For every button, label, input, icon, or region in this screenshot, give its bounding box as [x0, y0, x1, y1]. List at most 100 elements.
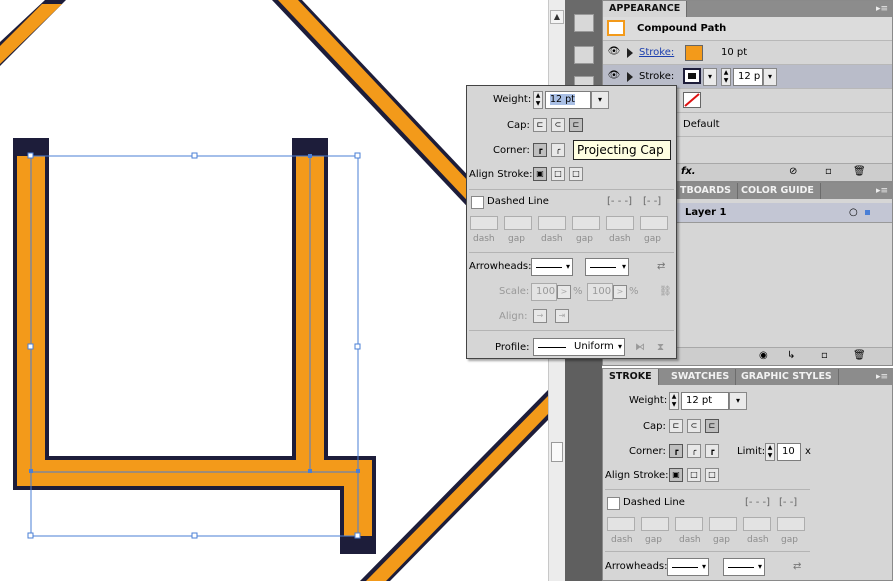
anchor-point[interactable] — [308, 154, 312, 158]
panel-menu-icon[interactable]: ▸≡ — [874, 4, 888, 14]
stroke2-weight-field[interactable]: 12 p — [733, 68, 763, 86]
weight-input[interactable]: 12 pt — [681, 392, 729, 410]
duplicate-item-icon[interactable]: ▫ — [825, 165, 832, 179]
butt-cap-icon[interactable]: ⊏ — [533, 118, 547, 132]
miter-join-icon[interactable]: ┏ — [669, 444, 683, 458]
align-center-icon[interactable]: ▣ — [669, 468, 683, 482]
start-arrowhead-select[interactable]: ▾ — [531, 258, 573, 276]
stroke2-label[interactable]: Stroke: — [639, 70, 674, 84]
visibility-eye-icon[interactable]: 👁 — [607, 70, 621, 82]
tab-swatches[interactable]: SWATCHES — [665, 369, 737, 385]
align-inside-icon[interactable]: □ — [551, 167, 565, 181]
anchor-point[interactable] — [308, 469, 312, 473]
profile-select[interactable]: Uniform ▾ — [533, 338, 625, 356]
end-scale-stepper-icon[interactable]: > — [613, 285, 627, 299]
new-layer-icon[interactable]: ▫ — [821, 349, 828, 363]
dash-field-2[interactable] — [538, 216, 566, 230]
scroll-thumb[interactable] — [551, 442, 563, 462]
tab-artboards[interactable]: TBOARDS — [673, 183, 738, 199]
clear-appearance-icon[interactable]: ⊘ — [789, 165, 797, 179]
expand-triangle-icon[interactable] — [627, 48, 633, 58]
flip-along-icon[interactable]: ⧑ — [635, 341, 645, 355]
stroke2-color-dropdown[interactable]: ▾ — [703, 68, 717, 86]
limit-spinner[interactable]: ▲ ▼ — [765, 443, 775, 461]
align-dash-corners-icon[interactable]: [‐ ‐] — [779, 496, 797, 510]
gap-field-3[interactable] — [777, 517, 805, 531]
arrow-tip-at-end-icon[interactable]: ⇥ — [555, 309, 569, 323]
swap-arrowheads-icon[interactable]: ⇄ — [793, 560, 801, 574]
gap-field-1[interactable] — [641, 517, 669, 531]
round-join-icon[interactable]: ╭ — [687, 444, 701, 458]
end-arrowhead-select[interactable]: ▾ — [723, 558, 765, 576]
anchor-point[interactable] — [356, 469, 360, 473]
preserve-dash-icon[interactable]: [‐ ‐ ‐] — [607, 195, 632, 209]
flyout-weight-dropdown[interactable]: ▾ — [591, 91, 609, 109]
align-center-icon[interactable]: ▣ — [533, 167, 547, 181]
dashed-line-checkbox[interactable] — [607, 497, 620, 510]
dash-field-1[interactable] — [470, 216, 498, 230]
butt-cap-icon[interactable]: ⊏ — [669, 419, 683, 433]
delete-layer-icon[interactable]: 🗑 — [853, 349, 866, 363]
bbox-handle[interactable] — [354, 343, 361, 350]
bbox-handle[interactable] — [27, 152, 34, 159]
dash-field-3[interactable] — [743, 517, 771, 531]
flyout-weight-spinner[interactable]: ▲ ▼ — [533, 91, 543, 109]
end-arrowhead-select[interactable]: ▾ — [585, 258, 629, 276]
projecting-cap-icon[interactable]: ⊏ — [569, 118, 583, 132]
bbox-handle[interactable] — [27, 532, 34, 539]
weight-spinner[interactable]: ▲ ▼ — [669, 392, 679, 410]
gap-field-2[interactable] — [709, 517, 737, 531]
bbox-handle[interactable] — [354, 532, 361, 539]
stroke2-weight-dropdown[interactable]: ▾ — [763, 68, 777, 86]
layer-1-name[interactable]: Layer 1 — [685, 206, 726, 220]
start-scale-stepper-icon[interactable]: > — [557, 285, 571, 299]
end-scale-input[interactable]: 100 — [587, 283, 613, 301]
dash-field-3[interactable] — [606, 216, 634, 230]
preserve-dash-icon[interactable]: [‐ ‐ ‐] — [745, 496, 770, 510]
weight-dropdown[interactable]: ▾ — [729, 392, 747, 410]
sublayer-icon[interactable]: ↳ — [787, 349, 795, 363]
panel-menu-icon[interactable]: ▸≡ — [874, 186, 888, 196]
round-cap-icon[interactable]: ⊂ — [687, 419, 701, 433]
layer-selection-indicator[interactable] — [865, 210, 870, 215]
locate-object-icon[interactable]: ◉ — [759, 349, 768, 363]
start-scale-input[interactable]: 100 — [531, 283, 557, 301]
start-arrowhead-select[interactable]: ▾ — [667, 558, 709, 576]
flyout-dashed-line-checkbox[interactable] — [471, 196, 484, 209]
align-inside-icon[interactable]: □ — [687, 468, 701, 482]
stroke1-label[interactable]: Stroke: — [639, 46, 674, 60]
visibility-eye-icon[interactable]: 👁 — [607, 46, 621, 58]
tab-graphic-styles[interactable]: GRAPHIC STYLES — [735, 369, 839, 385]
projecting-cap-icon[interactable]: ⊏ — [705, 419, 719, 433]
scroll-up-icon[interactable]: ▲ — [550, 10, 564, 24]
panel-menu-icon[interactable]: ▸≡ — [874, 372, 888, 382]
bbox-handle[interactable] — [354, 152, 361, 159]
weight-spinner[interactable]: ▲ ▼ — [721, 68, 731, 86]
arrow-tip-beyond-icon[interactable]: → — [533, 309, 547, 323]
bbox-handle[interactable] — [191, 532, 198, 539]
flip-across-icon[interactable]: ⧗ — [657, 341, 664, 355]
tab-stroke[interactable]: STROKE — [603, 369, 659, 385]
tab-appearance[interactable]: APPEARANCE — [603, 1, 688, 17]
flyout-weight-input[interactable]: 12 pt — [545, 91, 591, 109]
swap-arrowheads-icon[interactable]: ⇄ — [657, 260, 665, 274]
gap-field-3[interactable] — [640, 216, 668, 230]
limit-input[interactable]: 10 — [777, 443, 801, 461]
miter-join-icon[interactable]: ┏ — [533, 143, 547, 157]
compound-path-fill[interactable] — [17, 156, 372, 536]
gap-field-1[interactable] — [504, 216, 532, 230]
round-join-icon[interactable]: ╭ — [551, 143, 565, 157]
tab-color-guide[interactable]: COLOR GUIDE — [735, 183, 821, 199]
align-outside-icon[interactable]: □ — [705, 468, 719, 482]
link-scale-icon[interactable]: ⛓ — [659, 285, 672, 299]
gap-field-2[interactable] — [572, 216, 600, 230]
layer-target-icon[interactable]: ○ — [849, 206, 858, 220]
fx-icon[interactable]: fx. — [681, 165, 696, 179]
fill-none-swatch[interactable] — [683, 92, 701, 108]
anchor-point[interactable] — [29, 469, 33, 473]
bbox-handle[interactable] — [191, 152, 198, 159]
stroke2-color-swatch[interactable] — [683, 68, 701, 84]
trash-icon[interactable]: 🗑 — [853, 165, 866, 179]
round-cap-icon[interactable]: ⊂ — [551, 118, 565, 132]
bbox-handle[interactable] — [27, 343, 34, 350]
